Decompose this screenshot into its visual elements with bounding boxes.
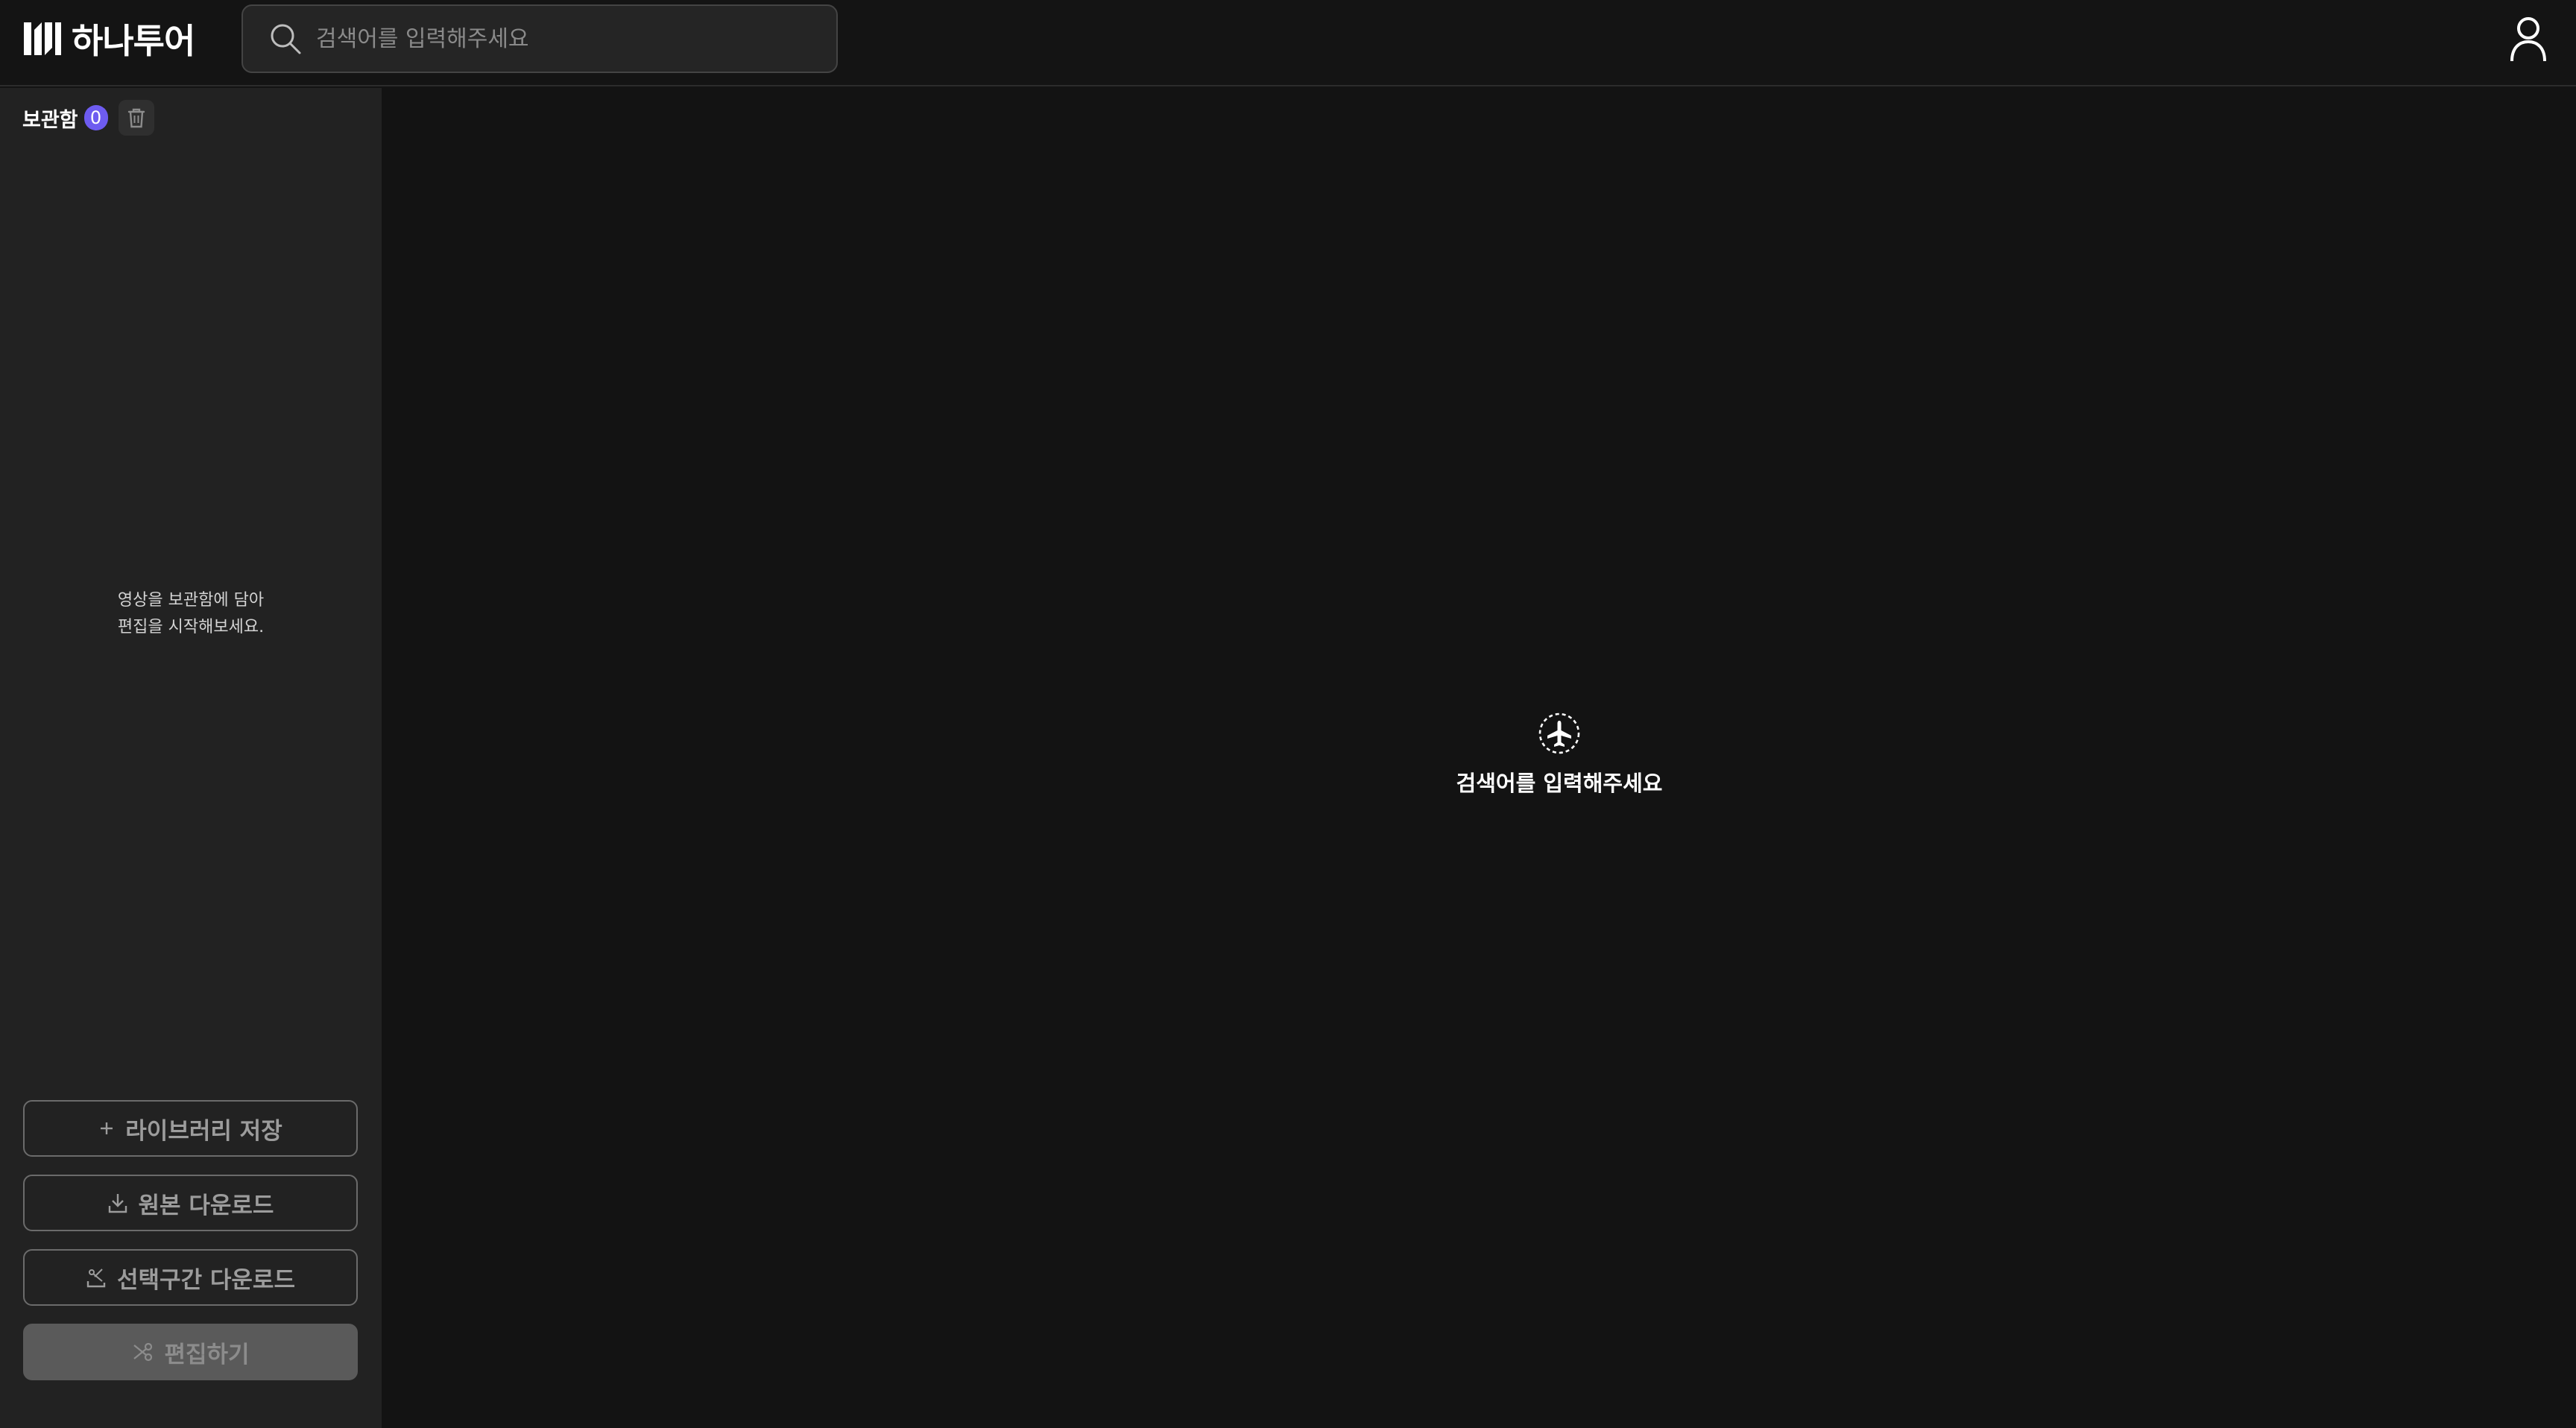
search-bar[interactable] [242,4,838,73]
download-original-button[interactable]: 원본 다운로드 [23,1175,358,1231]
logo-text: 하나투어 [72,21,195,61]
plus-icon [101,1122,113,1134]
scissors-icon [133,1342,153,1362]
save-library-label: 라이브러리 저장 [125,1117,282,1145]
edit-button[interactable]: 편집하기 [23,1324,358,1380]
main-content: 검색어를 입력해주세요 [382,88,2576,1428]
empty-message: 검색어를 입력해주세요 [1456,771,1663,796]
storage-empty-line2: 편집을 시작해보세요. [117,618,265,636]
search-empty-state: 검색어를 입력해주세요 [1418,711,1701,797]
download-icon [108,1194,127,1213]
save-library-button[interactable]: 라이브러리 저장 [23,1100,358,1157]
download-range-label: 선택구간 다운로드 [117,1266,295,1294]
storage-header: 보관함 0 [22,100,154,136]
storage-empty-line1: 영상을 보관함에 담아 [117,591,265,610]
scissors-download-icon [86,1269,106,1288]
search-icon [268,22,303,56]
storage-empty-message: 영상을 보관함에 담아 편집을 시작해보세요. [0,587,382,641]
trash-icon [127,108,145,128]
download-range-button[interactable]: 선택구간 다운로드 [23,1249,358,1306]
top-header: 하나투어 [0,0,2576,86]
airplane-icon [1537,711,1582,756]
download-original-label: 원본 다운로드 [138,1192,274,1219]
logo-icon [22,21,61,57]
user-icon[interactable] [2507,15,2549,63]
search-input[interactable] [316,16,836,61]
storage-count-badge: 0 [83,105,108,130]
trash-button[interactable] [118,100,154,136]
logo[interactable]: 하나투어 [22,18,195,61]
edit-label: 편집하기 [164,1341,250,1368]
sidebar-storage: 보관함 0 영상을 보관함에 담아 편집을 시작해보세요. 라이브러리 저장 원… [0,88,382,1428]
storage-title: 보관함 [22,108,78,132]
